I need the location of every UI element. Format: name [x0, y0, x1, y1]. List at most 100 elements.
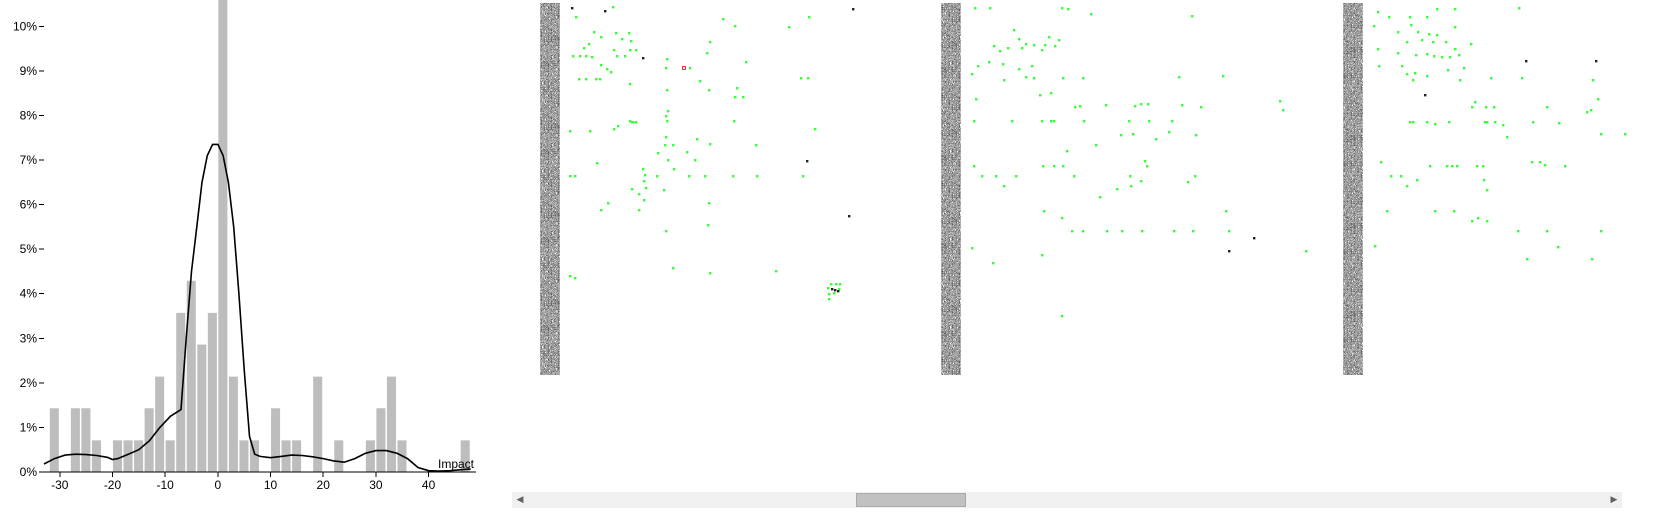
x-tick-label-0: -30 [51, 478, 69, 492]
heatmap-1-cell-81 [688, 175, 691, 178]
heatmap-3-cell-60 [1532, 121, 1535, 124]
heatmap-3-cell-71 [1456, 165, 1459, 168]
row-label: SLASSOYOEFNBMI [941, 373, 961, 375]
heatmap-1-cell-113 [837, 290, 840, 293]
heatmap-2-cell-89 [1228, 230, 1231, 233]
heatmap-1-cell-99 [672, 267, 675, 270]
heatmap-3-cell-25 [1441, 56, 1444, 59]
heatmap-2-cell-66 [1146, 165, 1149, 168]
y-tick-label-4: 4% [20, 287, 38, 301]
heatmap-1-cell-42 [807, 77, 810, 80]
heatmap-1-cell-47 [736, 87, 739, 90]
heatmap-1-cell-88 [645, 187, 648, 190]
heatmap-3-cell-29 [1595, 60, 1598, 63]
horizontal-scrollbar[interactable]: ◀ ▶ [512, 492, 1622, 508]
heatmap-2-cell-14 [1025, 43, 1028, 46]
heatmap-2-cell-61 [973, 165, 976, 168]
heatmap-3-cell-43 [1474, 101, 1477, 104]
heatmap-3-cell-15 [1421, 39, 1424, 42]
x-tick-label-4: 10 [264, 478, 278, 492]
heatmap-1-cell-39 [585, 78, 588, 81]
y-tick-label-6: 6% [20, 198, 38, 212]
x-axis-label: Impact [438, 457, 475, 471]
heatmap-3-cell-44 [1471, 106, 1474, 109]
heatmap-2-cell-17 [1054, 45, 1057, 48]
heatmap-2-cell-46 [1011, 120, 1014, 123]
heatmap-2-cell-70 [1073, 175, 1076, 178]
x-tick-label-2: -10 [156, 478, 174, 492]
heatmap-2-cell-55 [1132, 133, 1135, 136]
heatmap-2-cell-74 [1130, 185, 1133, 188]
impact-histogram-panel: -30 -20 -10 0 10 20 30 40 0% 1% 2% 3% 4% 5% 6% 7% 8% 9% 10… [13, 0, 476, 492]
heatmap-3-cell-79 [1416, 179, 1419, 182]
heatmap-1-cell-44 [629, 83, 632, 86]
heatmap-3-cell-61 [1558, 122, 1561, 125]
heatmap-3-cell-10 [1417, 31, 1420, 34]
heatmap-1-cell-35 [606, 68, 609, 71]
histogram-bar-11 [165, 440, 175, 472]
heatmap-1-cell-50 [667, 110, 670, 113]
heatmap-1-cell-3 [852, 8, 855, 11]
heatmap-2-cell-15 [1033, 44, 1036, 47]
heatmap-1-cell-59 [613, 128, 616, 131]
heatmap-1-cell-20 [635, 49, 638, 52]
heatmap-3-cell-1 [1388, 16, 1391, 19]
heatmap-1-cell-10 [615, 32, 618, 35]
heatmap-2-cell-90 [1253, 237, 1256, 240]
scrollbar-thumb[interactable] [855, 493, 966, 507]
x-tick-label-6: 30 [369, 478, 383, 492]
heatmap-1-cell-114 [828, 298, 831, 301]
heatmap-3-cell-27 [1458, 54, 1461, 57]
density-curve [43, 143, 471, 472]
heatmap-2-cell-81 [1225, 210, 1228, 213]
heatmap-2-cell-88 [1192, 230, 1195, 233]
scroll-left-arrow-icon[interactable]: ◀ [512, 492, 528, 508]
heatmap-3-cell-58 [1494, 121, 1497, 124]
heatmap-panel-1 [569, 6, 855, 301]
heatmap-1-cell-102 [569, 275, 572, 278]
heatmap-2-cell-24 [971, 73, 974, 76]
heatmap-1-cell-13 [621, 38, 624, 41]
heatmap-3-cell-33 [1414, 72, 1417, 75]
heatmap-1-cell-71 [667, 159, 670, 162]
heatmap-2-cell-41 [1181, 104, 1184, 107]
heatmap-2-cell-31 [1222, 75, 1225, 78]
heatmap-3-cell-81 [1486, 189, 1489, 192]
heatmap-2-cell-86 [1141, 230, 1144, 233]
heatmap-3-cell-8 [1410, 24, 1413, 27]
heatmap-1-cell-101 [775, 270, 778, 273]
heatmap-1-cell-66 [672, 144, 675, 147]
heatmap-3-cell-84 [1453, 210, 1456, 213]
heatmap-1-cell-26 [624, 55, 627, 58]
heatmap-2-cell-40 [1147, 103, 1150, 106]
heatmap-1-cell-62 [589, 130, 592, 133]
heatmap-2-cell-39 [1140, 103, 1143, 106]
heatmap-1-cell-4 [575, 16, 578, 19]
heatmap-1-cell-75 [569, 175, 572, 178]
heatmap-1-cell-16 [588, 43, 591, 46]
heatmap-2-cell-73 [1140, 180, 1143, 183]
heatmap-2-cell-58 [1155, 138, 1158, 141]
heatmap-2-cell-71 [1129, 175, 1132, 178]
heatmap-2-cell-22 [1018, 68, 1021, 71]
heatmap-2-cell-91 [971, 247, 974, 250]
heatmap-3-cell-70 [1451, 165, 1454, 168]
heatmap-3-cell-68 [1429, 165, 1432, 168]
heatmap-2-cell-18 [1041, 49, 1044, 52]
heatmap-panels [569, 6, 1627, 318]
heatmap-1-cell-97 [665, 230, 668, 233]
scroll-right-arrow-icon[interactable]: ▶ [1606, 492, 1622, 508]
heatmap-1-cell-19 [629, 49, 632, 52]
heatmap-1-cell-80 [656, 175, 659, 178]
heatmap-1-cell-8 [808, 16, 811, 19]
heatmap-3-cell-69 [1446, 165, 1449, 168]
heatmap-3-cell-49 [1590, 109, 1593, 112]
heatmap-1-cell-98 [707, 224, 710, 227]
heatmap-1-cell-92 [607, 202, 610, 205]
x-tick-label-5: 20 [317, 478, 331, 492]
heatmap-panel-2 [971, 7, 1308, 318]
heatmap-1-cell-28 [706, 52, 709, 55]
heatmap-1-cell-112 [833, 292, 836, 295]
heatmap-3-cell-12 [1436, 34, 1439, 37]
heatmap-1-cell-32 [682, 66, 686, 70]
